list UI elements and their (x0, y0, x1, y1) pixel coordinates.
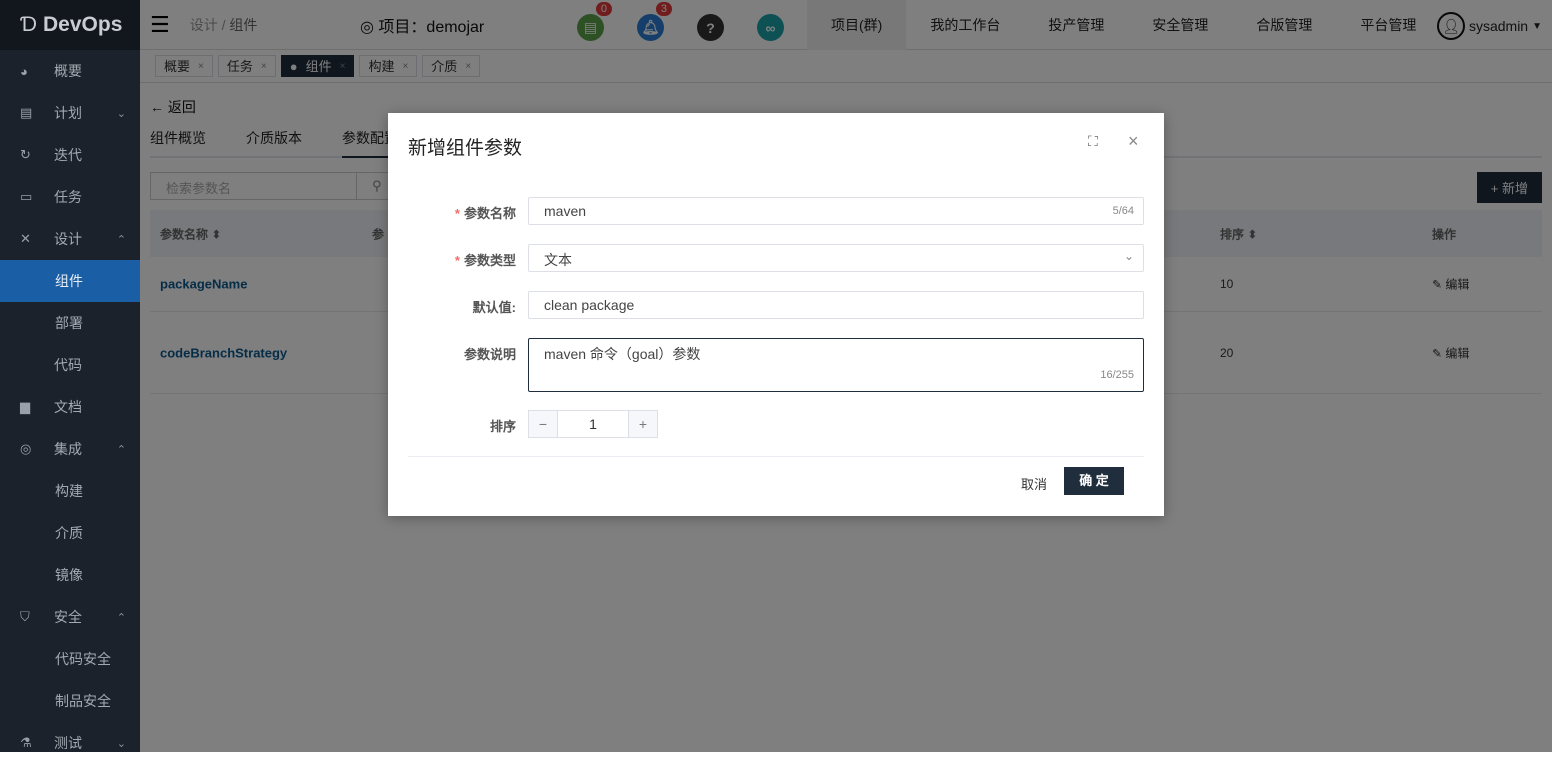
sidebar-item-label: 组件 (55, 273, 83, 289)
add-param-dialog: 新增组件参数 ⛶ × * 参数名称 maven 5/64 * 参数类型 文本 ⌄ 默认值… (388, 113, 1164, 516)
sidebar-item[interactable]: ▭ 任务 (0, 176, 140, 218)
order-label: 排序 (489, 419, 516, 434)
sidebar-item-label: 镜像 (55, 567, 83, 583)
default-label: 默认值: (472, 300, 516, 315)
order-input[interactable]: 1 (557, 411, 629, 437)
sidebar-item[interactable]: ◎ 集成 ⌃ (0, 428, 140, 470)
sidebar-item[interactable]: 制品安全 (0, 680, 140, 722)
sidebar-item-label: 构建 (55, 483, 83, 499)
sidebar-item[interactable]: 部署 (0, 302, 140, 344)
char-count: 16/255 (1100, 369, 1134, 381)
iteration-icon: ↻ (20, 147, 31, 162)
sidebar-item[interactable]: ▆ 文档 (0, 386, 140, 428)
cancel-button[interactable]: 取消 (1021, 474, 1047, 493)
sidebar-item-label: 迭代 (54, 147, 82, 163)
sidebar-item[interactable]: ◕ 概要 (0, 50, 140, 92)
sidebar-item-label: 文档 (54, 399, 82, 415)
sidebar-item-label: 代码 (54, 357, 82, 373)
sidebar-item[interactable]: 代码安全 (0, 638, 140, 680)
order-stepper: − 1 + (528, 410, 658, 438)
logo: Ɗ DevOps (0, 0, 140, 50)
integration-icon: ◎ (20, 441, 32, 456)
decrement-button[interactable]: − (529, 411, 557, 437)
sidebar-item-label: 介质 (55, 525, 83, 541)
description-textarea[interactable]: maven 命令（goal）参数 16/255 (528, 338, 1144, 392)
char-count: 5/64 (1112, 205, 1134, 217)
sidebar-item[interactable]: ⛉ 安全 ⌃ (0, 596, 140, 638)
sidebar-nav: ◕ 概要 ▤ 计划 ⌄ ↻ 迭代 ▭ 任务 ✕ 设计 ⌃ 组件部署代码 ▆ 文档 ◎ 集成 ⌃ 构建介质镜像 ⛉ 安全 ⌃… (0, 50, 140, 764)
chevron-icon: ⌄ (116, 737, 126, 750)
param-type-select[interactable]: 文本 ⌄ (528, 244, 1144, 272)
confirm-button[interactable]: 确 定 (1064, 467, 1124, 495)
sidebar-item[interactable]: 构建 (0, 470, 140, 512)
sidebar-item[interactable]: ⚗ 测试 ⌄ (0, 722, 140, 764)
sidebar-item-label: 集成 (54, 441, 82, 457)
devops-logo-icon: Ɗ (20, 13, 38, 36)
sidebar-item[interactable]: 介质 (0, 512, 140, 554)
sidebar-item[interactable]: 镜像 (0, 554, 140, 596)
plan-icon: ▤ (20, 105, 33, 120)
param-name-input[interactable]: maven 5/64 (528, 197, 1144, 225)
sidebar-item-label: 设计 (54, 231, 82, 247)
sidebar-item-label: 计划 (54, 105, 82, 121)
dashboard-icon: ◕ (20, 63, 28, 79)
doc-icon: ▆ (20, 399, 30, 414)
sidebar-item-label: 安全 (54, 609, 82, 625)
sidebar-item-label: 概要 (54, 63, 82, 79)
increment-button[interactable]: + (629, 411, 657, 437)
chevron-icon: ⌄ (116, 107, 126, 120)
sidebar-item[interactable]: ▤ 计划 ⌄ (0, 92, 140, 134)
shield-icon: ⛉ (20, 609, 30, 624)
sidebar-item-label: 代码安全 (55, 651, 111, 667)
task-icon: ▭ (20, 189, 33, 204)
chevron-icon: ⌃ (116, 611, 126, 624)
sidebar: Ɗ DevOps ◕ 概要 ▤ 计划 ⌄ ↻ 迭代 ▭ 任务 ✕ 设计 ⌃ 组件部署代码 ▆ 文档 ◎ 集成 ⌃ 构建… (0, 0, 140, 752)
sidebar-item-label: 任务 (54, 189, 82, 205)
sidebar-item-label: 制品安全 (55, 693, 111, 709)
divider (408, 456, 1144, 457)
chevron-down-icon: ⌄ (1123, 249, 1134, 263)
chevron-icon: ⌃ (116, 443, 126, 456)
sidebar-item[interactable]: ✕ 设计 ⌃ (0, 218, 140, 260)
sidebar-item[interactable]: 代码 (0, 344, 140, 386)
name-label: 参数名称 (463, 206, 516, 221)
sidebar-item[interactable]: 组件 (0, 260, 140, 302)
chevron-icon: ⌃ (116, 233, 126, 246)
flask-icon: ⚗ (20, 735, 32, 750)
default-value-input[interactable]: clean package (528, 291, 1144, 319)
sidebar-item-label: 测试 (54, 735, 82, 751)
sidebar-item[interactable]: ↻ 迭代 (0, 134, 140, 176)
fullscreen-icon[interactable]: ⛶ (1088, 133, 1098, 150)
design-icon: ✕ (20, 231, 31, 246)
sidebar-item-label: 部署 (55, 315, 83, 331)
desc-label: 参数说明 (463, 347, 516, 362)
type-label: 参数类型 (463, 253, 516, 268)
close-icon[interactable]: × (1128, 131, 1139, 152)
dialog-title: 新增组件参数 (408, 138, 523, 159)
